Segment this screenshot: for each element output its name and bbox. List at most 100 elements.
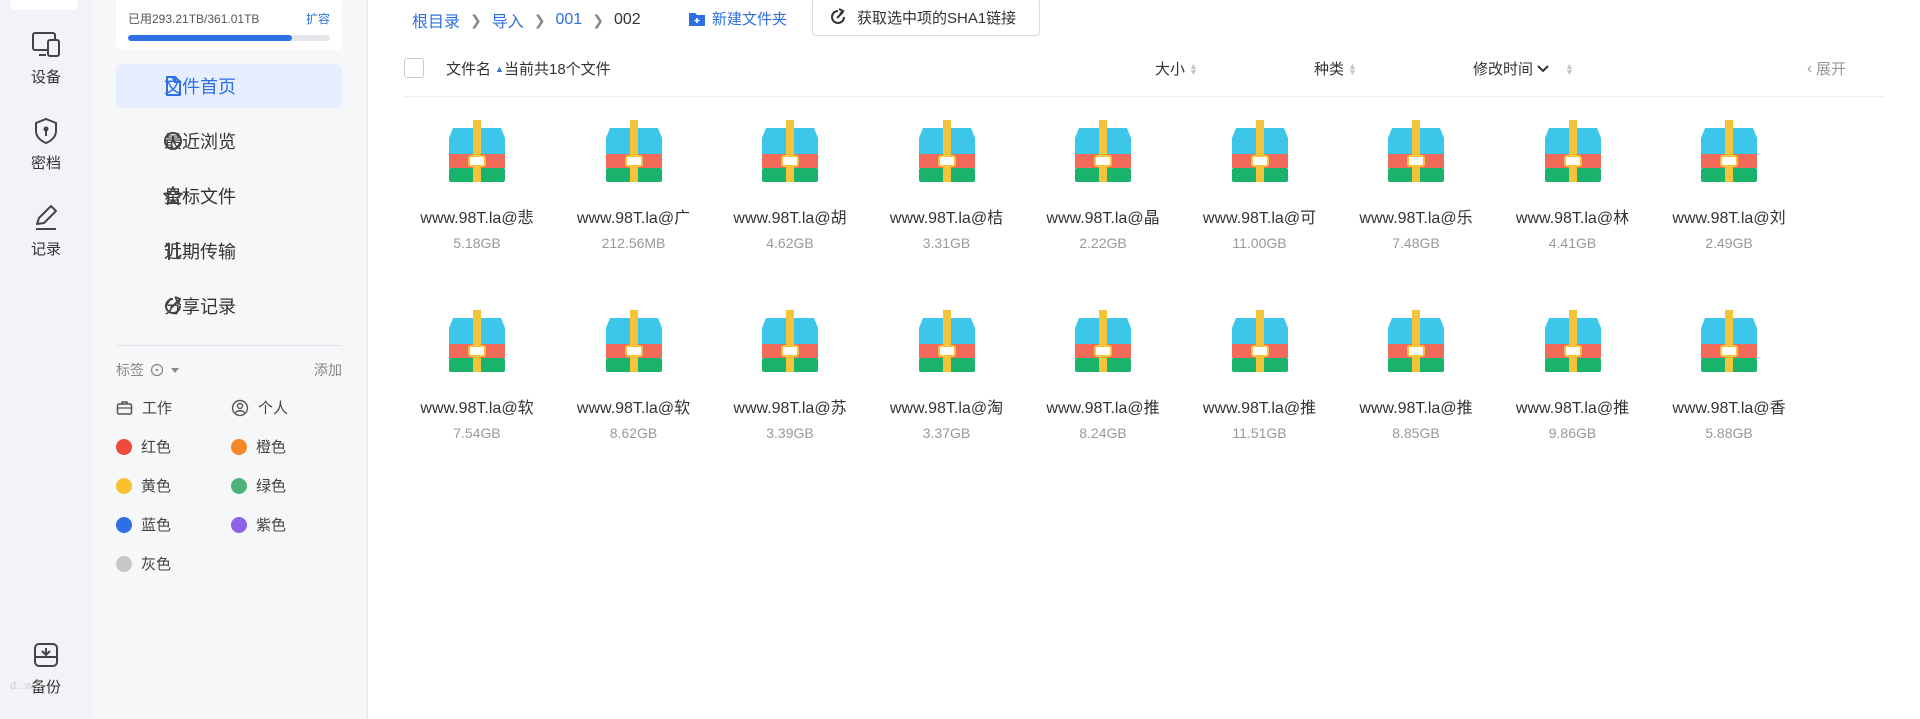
rail-top-tab[interactable] xyxy=(10,0,78,10)
file-item[interactable]: www.98T.la@淘 3.37GB xyxy=(882,310,1012,441)
file-item[interactable]: www.98T.la@苏 3.39GB xyxy=(725,310,855,441)
file-name: www.98T.la@软 xyxy=(576,400,691,417)
archive-file-icon xyxy=(449,120,505,182)
archive-file-icon xyxy=(1075,120,1131,182)
breadcrumb-root[interactable]: 根目录 xyxy=(412,8,460,32)
tag-label: 红色 xyxy=(141,439,172,456)
file-item[interactable]: www.98T.la@香 5.88GB xyxy=(1664,310,1794,441)
tag-work[interactable]: 工作 xyxy=(116,397,172,418)
archive-file-icon xyxy=(1388,310,1444,372)
new-folder-button[interactable]: 新建文件夹 xyxy=(688,8,787,29)
file-item[interactable]: www.98T.la@推 8.85GB xyxy=(1351,310,1481,441)
file-size: 3.39GB xyxy=(766,425,814,441)
tag-label: 工作 xyxy=(142,400,173,417)
tag-label: 绿色 xyxy=(256,478,287,495)
file-size: 7.48GB xyxy=(1392,235,1440,251)
file-item[interactable]: www.98T.la@广 212.56MB xyxy=(569,120,699,251)
select-all-checkbox[interactable] xyxy=(404,58,424,78)
chevron-right-icon: ❯ xyxy=(470,11,482,28)
sort-by-name[interactable]: 文件名 ▲ xyxy=(446,58,504,79)
breadcrumb: 根目录 ❯ 导入 ❯ 001 ❯ 002 xyxy=(412,8,641,32)
main-panel: 根目录 ❯ 导入 ❯ 001 ❯ 002 新建文件夹 获取选中项的SHA1链接 … xyxy=(368,0,1920,719)
archive-file-icon xyxy=(605,310,662,372)
file-item[interactable]: www.98T.la@软 7.54GB xyxy=(412,310,542,441)
file-item[interactable]: www.98T.la@桔 3.31GB xyxy=(882,120,1012,251)
file-item[interactable]: www.98T.la@林 4.41GB xyxy=(1508,120,1638,251)
tag-red[interactable]: 红色 xyxy=(116,436,171,457)
file-item[interactable]: www.98T.la@可 11.00GB xyxy=(1195,120,1325,251)
shield-lock-icon xyxy=(35,117,57,145)
tag-blue[interactable]: 蓝色 xyxy=(116,514,171,535)
color-dot xyxy=(116,516,132,533)
file-item[interactable]: www.98T.la@晶 2.22GB xyxy=(1038,120,1168,251)
rail-item-vault[interactable]: 密档 xyxy=(0,116,92,173)
file-size: 2.22GB xyxy=(1079,235,1127,251)
sort-by-modified[interactable]: 修改时间 ▲ ▼ xyxy=(1473,58,1574,79)
sort-by-type[interactable]: 种类 ▲ ▼ xyxy=(1314,58,1357,79)
breadcrumb-import[interactable]: 导入 xyxy=(492,8,524,32)
tag-label: 蓝色 xyxy=(141,517,172,534)
briefcase-icon xyxy=(116,400,133,415)
sidebar-divider xyxy=(116,345,342,346)
storage-progress-fill xyxy=(128,35,293,41)
file-name: www.98T.la@悲 xyxy=(420,210,534,227)
caret-down-icon[interactable] xyxy=(170,365,180,375)
tag-gray[interactable]: 灰色 xyxy=(116,553,171,574)
file-item[interactable]: www.98T.la@胡 4.62GB xyxy=(725,120,855,251)
tag-orange[interactable]: 橙色 xyxy=(231,436,286,457)
tag-purple[interactable]: 紫色 xyxy=(231,514,286,535)
file-item[interactable]: www.98T.la@推 9.86GB xyxy=(1508,310,1638,441)
file-item[interactable]: www.98T.la@悲 5.18GB xyxy=(412,120,542,251)
file-size: 8.62GB xyxy=(609,425,658,441)
file-name: www.98T.la@香 xyxy=(1672,400,1786,417)
file-item[interactable]: www.98T.la@乐 7.48GB xyxy=(1351,120,1481,251)
nav-recent[interactable]: 最近浏览 xyxy=(116,119,342,163)
file-name: www.98T.la@推 xyxy=(1046,400,1160,417)
file-size: 4.41GB xyxy=(1548,235,1597,251)
file-name: www.98T.la@可 xyxy=(1202,210,1317,227)
archive-file-icon xyxy=(1231,310,1288,372)
breadcrumb-001[interactable]: 001 xyxy=(556,11,583,29)
file-item[interactable]: www.98T.la@推 8.24GB xyxy=(1038,310,1168,441)
archive-file-icon xyxy=(1701,120,1757,182)
file-name: www.98T.la@苏 xyxy=(733,400,847,417)
file-size: 7.54GB xyxy=(453,425,501,441)
expand-panel-button[interactable]: ‹ 展开 xyxy=(1807,58,1846,79)
archive-file-icon xyxy=(918,310,975,372)
rail-item-devices[interactable]: 设备 xyxy=(0,30,92,87)
color-dot xyxy=(231,477,247,494)
expand-storage-link[interactable]: 扩容 xyxy=(306,10,330,27)
sort-by-size[interactable]: 大小 ▲ ▼ xyxy=(1155,58,1198,79)
file-item[interactable]: www.98T.la@推 11.51GB xyxy=(1195,310,1325,441)
file-size: 11.00GB xyxy=(1232,235,1287,251)
info-icon[interactable] xyxy=(150,363,164,377)
archive-file-icon xyxy=(449,310,505,372)
archive-file-icon xyxy=(1701,310,1757,372)
edit-icon xyxy=(36,205,57,230)
file-name: www.98T.la@广 xyxy=(576,210,691,227)
nav-starred[interactable]: 星标文件 xyxy=(116,174,342,218)
file-name: www.98T.la@晶 xyxy=(1046,210,1160,227)
refresh-link-icon xyxy=(831,8,845,24)
file-name: www.98T.la@淘 xyxy=(889,400,1004,417)
file-count-text: 当前共18个文件 xyxy=(504,61,611,78)
nav-file-home[interactable]: 文件首页 xyxy=(116,64,342,108)
nav-share-history[interactable]: 分享记录 xyxy=(116,284,342,328)
file-size: 3.37GB xyxy=(922,425,971,441)
tag-green[interactable]: 绿色 xyxy=(231,475,286,496)
file-item[interactable]: www.98T.la@软 8.62GB xyxy=(569,310,699,441)
add-tag-button[interactable]: 添加 xyxy=(314,360,342,380)
file-item[interactable]: www.98T.la@刘 2.49GB xyxy=(1664,120,1794,251)
new-folder-label: 新建文件夹 xyxy=(712,11,788,28)
rail-item-records[interactable]: 记录 xyxy=(0,202,92,259)
file-name: www.98T.la@乐 xyxy=(1359,210,1473,227)
tags-title: 标签 xyxy=(116,362,144,378)
tag-personal[interactable]: 个人 xyxy=(231,397,288,418)
rail-item-label: 记录 xyxy=(30,241,61,258)
column-type-label: 种类 xyxy=(1314,61,1345,78)
get-sha1-link-button[interactable]: 获取选中项的SHA1链接 xyxy=(812,0,1040,36)
column-name-label: 文件名 xyxy=(446,61,492,78)
tag-yellow[interactable]: 黄色 xyxy=(116,475,171,496)
nav-transfers[interactable]: 近期传输 xyxy=(116,229,342,273)
tag-label: 个人 xyxy=(258,400,289,417)
